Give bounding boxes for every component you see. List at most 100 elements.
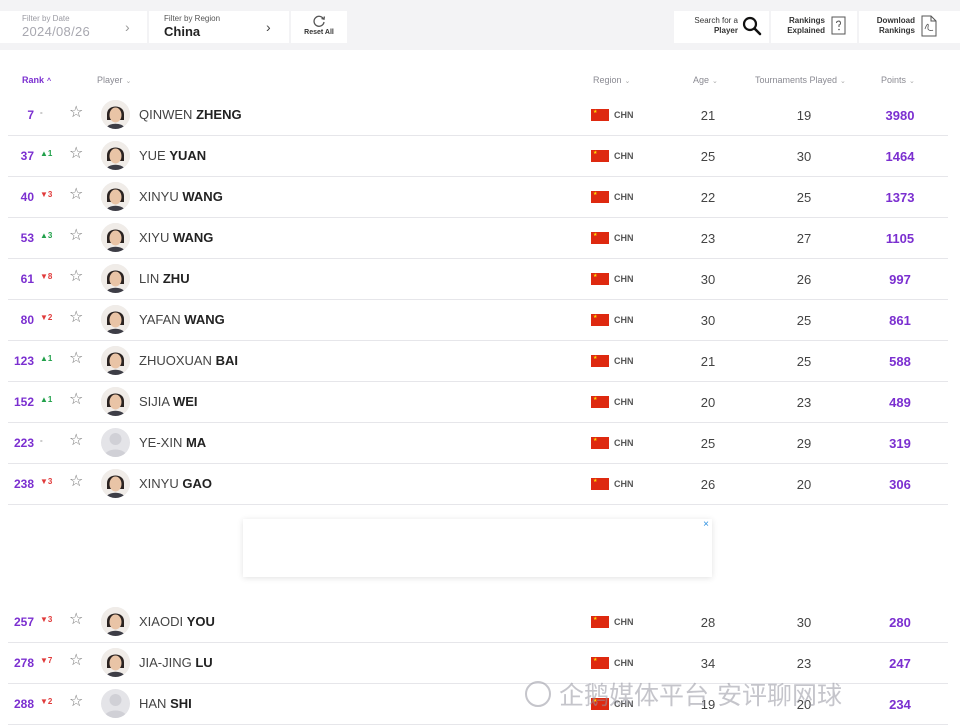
player-name[interactable]: YAFAN WANG bbox=[139, 312, 225, 327]
star-icon[interactable]: ☆ bbox=[69, 612, 83, 628]
player-name[interactable]: HAN SHI bbox=[139, 696, 192, 711]
search-player-button[interactable]: Search for a Player bbox=[674, 11, 769, 43]
table-row[interactable]: 257 ▼3 ☆ XIAODI YOU ★ CHN 28 30 280 bbox=[8, 602, 948, 643]
star-icon[interactable]: ☆ bbox=[69, 105, 83, 121]
age-value: 30 bbox=[700, 272, 716, 287]
table-row[interactable]: 40 ▼3 ☆ XINYU WANG ★ CHN 22 25 1373 bbox=[8, 177, 948, 218]
avatar bbox=[101, 607, 130, 636]
player-last-name: YUAN bbox=[169, 148, 207, 163]
star-icon[interactable]: ☆ bbox=[69, 694, 83, 710]
explained-label-line1: Rankings bbox=[788, 16, 825, 25]
player-first-name: XINYU bbox=[139, 476, 179, 491]
star-icon[interactable]: ☆ bbox=[69, 653, 83, 669]
download-rankings-label: Download Rankings bbox=[865, 16, 915, 36]
column-region[interactable]: Region ⌄ bbox=[593, 75, 630, 85]
download-rankings-button[interactable]: Download Rankings bbox=[859, 11, 960, 43]
player-first-name: XIAODI bbox=[139, 614, 184, 629]
sort-up-icon: ^ bbox=[47, 78, 52, 85]
player-name[interactable]: SIJIA WEI bbox=[139, 394, 198, 409]
filter-region-label: Filter by Region bbox=[164, 14, 221, 23]
player-name[interactable]: YUE YUAN bbox=[139, 148, 206, 163]
china-flag-icon: ★ bbox=[591, 437, 609, 449]
ad-banner[interactable]: × bbox=[243, 519, 712, 577]
player-last-name: YOU bbox=[186, 614, 215, 629]
age-value: 25 bbox=[700, 149, 716, 164]
column-rank[interactable]: Rank ^ bbox=[22, 75, 51, 85]
rank-value: 152 bbox=[13, 395, 34, 409]
player-first-name: YE-XIN bbox=[139, 435, 183, 450]
star-icon[interactable]: ☆ bbox=[69, 474, 83, 490]
avatar bbox=[101, 469, 130, 498]
points-value: 3980 bbox=[885, 108, 915, 123]
reset-all-label: Reset All bbox=[304, 29, 334, 36]
points-value: 306 bbox=[889, 477, 911, 492]
column-points[interactable]: Points ⌄ bbox=[881, 75, 915, 85]
age-value: 26 bbox=[700, 477, 716, 492]
column-player[interactable]: Player ⌄ bbox=[97, 75, 131, 85]
china-flag-icon: ★ bbox=[591, 150, 609, 162]
player-first-name: SIJIA bbox=[139, 394, 170, 409]
column-tournaments[interactable]: Tournaments Played ⌄ bbox=[755, 75, 846, 85]
region-code: CHN bbox=[614, 151, 634, 161]
table-row[interactable]: 152 ▲1 ☆ SIJIA WEI ★ CHN 20 23 489 bbox=[8, 382, 948, 423]
star-icon[interactable]: ☆ bbox=[69, 351, 83, 367]
filter-by-date[interactable]: Filter by Date 2024/08/26 › bbox=[0, 11, 147, 43]
age-value: 34 bbox=[700, 656, 716, 671]
star-icon[interactable]: ☆ bbox=[69, 433, 83, 449]
table-row[interactable]: 7- ☆ QINWEN ZHENG ★ CHN 21 19 3980 bbox=[8, 95, 948, 136]
rankings-explained-button[interactable]: Rankings Explained bbox=[771, 11, 857, 43]
chevron-down-icon: ⌄ bbox=[909, 78, 915, 85]
watermark: 企鹅媒体平台 安评聊网球 bbox=[525, 676, 842, 712]
star-icon[interactable]: ☆ bbox=[69, 310, 83, 326]
player-name[interactable]: YE-XIN MA bbox=[139, 435, 206, 450]
player-name[interactable]: XIAODI YOU bbox=[139, 614, 215, 629]
china-flag-icon: ★ bbox=[591, 232, 609, 244]
avatar bbox=[101, 428, 130, 457]
star-icon[interactable]: ☆ bbox=[69, 146, 83, 162]
rank-value: 238 bbox=[13, 477, 34, 491]
player-name[interactable]: LIN ZHU bbox=[139, 271, 190, 286]
tournaments-value: 25 bbox=[796, 190, 812, 205]
download-label-line1: Download bbox=[876, 16, 915, 25]
table-row[interactable]: 223- ☆ YE-XIN MA ★ CHN 25 29 319 bbox=[8, 423, 948, 464]
avatar bbox=[101, 182, 130, 211]
close-icon[interactable]: × bbox=[703, 519, 709, 530]
player-name[interactable]: JIA-JING LU bbox=[139, 655, 213, 670]
star-icon[interactable]: ☆ bbox=[69, 187, 83, 203]
region-code: CHN bbox=[614, 356, 634, 366]
star-icon[interactable]: ☆ bbox=[69, 392, 83, 408]
table-row[interactable]: 53 ▲3 ☆ XIYU WANG ★ CHN 23 27 1105 bbox=[8, 218, 948, 259]
filter-by-region[interactable]: Filter by Region China › bbox=[149, 11, 289, 43]
column-player-label: Player bbox=[97, 75, 123, 85]
tournaments-value: 25 bbox=[796, 313, 812, 328]
table-row[interactable]: 238 ▼3 ☆ XINYU GAO ★ CHN 26 20 306 bbox=[8, 464, 948, 505]
reset-all-button[interactable]: Reset All bbox=[291, 11, 347, 43]
player-name[interactable]: QINWEN ZHENG bbox=[139, 107, 242, 122]
player-name[interactable]: ZHUOXUAN BAI bbox=[139, 353, 238, 368]
table-row[interactable]: 37 ▲1 ☆ YUE YUAN ★ CHN 25 30 1464 bbox=[8, 136, 948, 177]
table-row[interactable]: 80 ▼2 ☆ YAFAN WANG ★ CHN 30 25 861 bbox=[8, 300, 948, 341]
penguin-logo-icon bbox=[525, 681, 551, 707]
filter-bar: Filter by Date 2024/08/26 › Filter by Re… bbox=[0, 0, 960, 50]
table-row[interactable]: 61 ▼8 ☆ LIN ZHU ★ CHN 30 26 997 bbox=[8, 259, 948, 300]
player-name[interactable]: XINYU WANG bbox=[139, 189, 223, 204]
search-label-line1: Search for a bbox=[694, 16, 738, 25]
rank-movement: ▲3 bbox=[40, 231, 53, 240]
rank-movement: ▲1 bbox=[40, 354, 53, 363]
points-value: 247 bbox=[889, 656, 911, 671]
table-row[interactable]: 123 ▲1 ☆ ZHUOXUAN BAI ★ CHN 21 25 588 bbox=[8, 341, 948, 382]
player-first-name: ZHUOXUAN bbox=[139, 353, 212, 368]
star-icon[interactable]: ☆ bbox=[69, 228, 83, 244]
points-value: 588 bbox=[889, 354, 911, 369]
rank-movement: ▼2 bbox=[40, 313, 53, 322]
china-flag-icon: ★ bbox=[591, 657, 609, 669]
tournaments-value: 29 bbox=[796, 436, 812, 451]
refresh-icon bbox=[313, 15, 326, 27]
player-name[interactable]: XIYU WANG bbox=[139, 230, 213, 245]
china-flag-icon: ★ bbox=[591, 109, 609, 121]
player-last-name: MA bbox=[185, 435, 207, 450]
column-age[interactable]: Age ⌄ bbox=[693, 75, 718, 85]
column-age-label: Age bbox=[693, 75, 710, 85]
player-name[interactable]: XINYU GAO bbox=[139, 476, 212, 491]
star-icon[interactable]: ☆ bbox=[69, 269, 83, 285]
